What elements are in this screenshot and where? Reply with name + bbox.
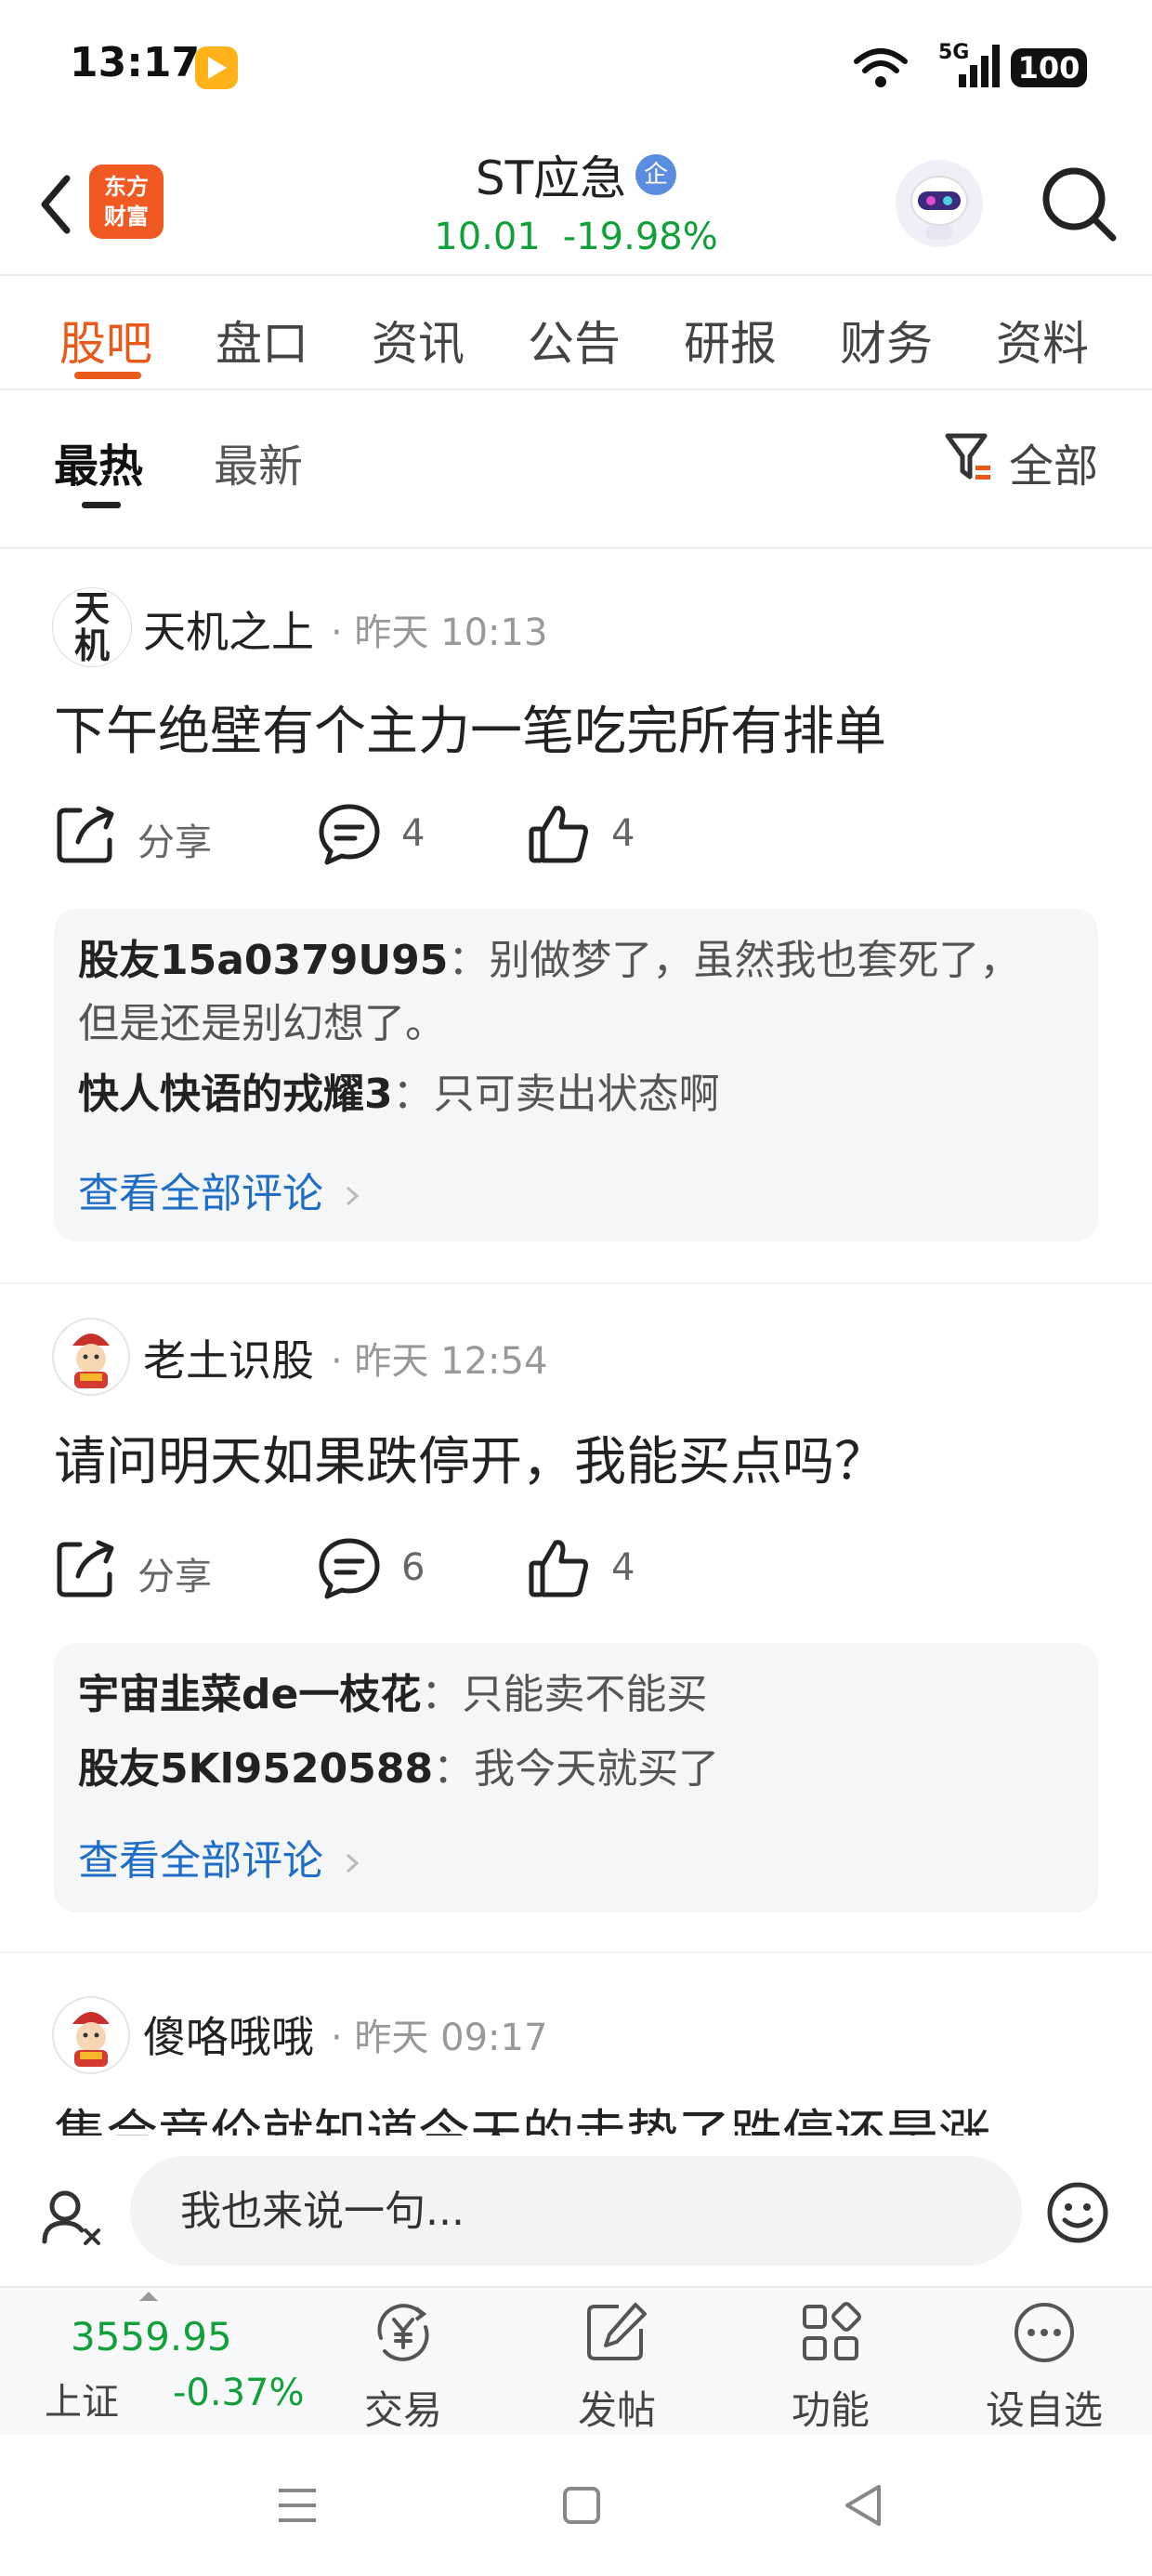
index-change[interactable]: -0.37% <box>173 2372 305 2414</box>
video-app-icon <box>195 46 238 89</box>
post-card[interactable]: 天机 天机之上 · 昨天 10:13 下午绝壁有个主力一笔吃完所有排单 分享 4… <box>0 550 1152 1282</box>
tab-research[interactable]: 研报 <box>684 307 777 374</box>
tab-news[interactable]: 资讯 <box>372 307 465 374</box>
comment-icon[interactable] <box>316 1535 383 1602</box>
share-label[interactable]: 分享 <box>137 1546 212 1600</box>
comment-text-continued: 但是还是别幻想了。 <box>78 1000 446 1047</box>
back-triangle-icon[interactable] <box>836 2477 892 2533</box>
comment-item[interactable]: 快人快语的戎耀3：只可卖出状态啊 <box>78 1063 1074 1126</box>
grid-apps-icon[interactable] <box>795 2297 866 2368</box>
comment-user[interactable]: 宇宙韭菜de一枝花 <box>78 1671 421 1718</box>
stock-price: 10.01 <box>434 216 541 258</box>
status-time: 13:17 <box>70 39 201 86</box>
avatar[interactable] <box>52 1318 130 1396</box>
voice-input-icon[interactable] <box>37 2182 104 2249</box>
like-count[interactable]: 4 <box>611 1546 635 1589</box>
comment-preview-box[interactable]: 宇宙韭菜de一枝花：只能卖不能买 股友5Kl9520588：我今天就买了 查看全… <box>54 1643 1098 1912</box>
post-time: · 昨天 10:13 <box>331 611 548 654</box>
header-divider <box>0 274 1152 276</box>
view-all-comments-label: 查看全部评论 <box>78 1837 323 1885</box>
like-count[interactable]: 4 <box>611 812 635 855</box>
filter-all-label[interactable]: 全部 <box>1009 429 1098 494</box>
enterprise-badge-icon: 企 <box>635 154 677 195</box>
avatar[interactable] <box>52 1996 130 2074</box>
avatar-text: 天机 <box>73 587 110 666</box>
stock-quote: 10.01 -19.98% <box>0 216 1152 258</box>
emoji-icon[interactable] <box>1044 2179 1111 2246</box>
toolbar-functions-label[interactable]: 功能 <box>738 2379 923 2436</box>
tabs-divider <box>0 388 1152 390</box>
comment-text: ：我今天就买了 <box>433 1745 720 1793</box>
menu-icon[interactable] <box>269 2477 325 2533</box>
stock-change-percent: -19.98% <box>562 216 718 258</box>
post-author[interactable]: 天机之上 <box>143 598 314 660</box>
stock-name: ST应急 <box>475 151 627 205</box>
toolbar-post-label[interactable]: 发帖 <box>524 2379 710 2436</box>
post-text[interactable]: 下午绝壁有个主力一笔吃完所有排单 <box>54 690 886 765</box>
chevron-right-icon <box>346 1853 360 1873</box>
comment-count[interactable]: 4 <box>401 812 425 855</box>
section-divider <box>0 546 1152 549</box>
post-time: · 昨天 09:17 <box>331 2017 548 2059</box>
comment-item[interactable]: 宇宙韭菜de一枝花：只能卖不能买 <box>78 1663 1074 1727</box>
comment-preview-box[interactable]: 股友15a0379U95：别做梦了，虽然我也套死了， 但是还是别幻想了。 快人快… <box>54 909 1098 1242</box>
edit-post-icon[interactable] <box>582 2297 652 2368</box>
comment-input[interactable] <box>130 2156 1022 2266</box>
index-value[interactable]: 3559.95 <box>71 2314 232 2359</box>
share-label[interactable]: 分享 <box>137 812 212 866</box>
tab-profile[interactable]: 资料 <box>996 307 1089 374</box>
post-author[interactable]: 老土识股 <box>143 1327 314 1388</box>
robot-avatar-icon[interactable] <box>896 160 983 247</box>
post-text[interactable]: 请问明天如果跌停开，我能买点吗？ <box>54 1420 886 1495</box>
subtab-latest[interactable]: 最新 <box>214 429 303 494</box>
like-icon[interactable] <box>526 801 593 868</box>
comment-icon[interactable] <box>316 801 383 868</box>
comment-count[interactable]: 6 <box>401 1546 425 1589</box>
post-card[interactable]: 老土识股 · 昨天 12:54 请问明天如果跌停开，我能买点吗？ 分享 6 4 … <box>0 1284 1152 1953</box>
post-text[interactable]: 集合竞价就知道今天的走势了跌停还是涨 <box>54 2093 990 2136</box>
signal-icon <box>959 45 1000 87</box>
home-square-icon[interactable] <box>554 2477 609 2533</box>
active-subtab-indicator <box>82 502 121 508</box>
tab-announcements[interactable]: 公告 <box>528 307 621 374</box>
subtab-hot[interactable]: 最热 <box>54 429 143 494</box>
tab-finance[interactable]: 财务 <box>840 307 933 374</box>
post-author[interactable]: 傻咯哦哦 <box>143 2004 314 2065</box>
comment-user[interactable]: 快人快语的戎耀3 <box>78 1071 393 1118</box>
comment-text: ：只能卖不能买 <box>421 1671 708 1718</box>
filter-icon[interactable] <box>944 430 994 486</box>
view-all-comments-link[interactable]: 查看全部评论 <box>78 1160 362 1219</box>
battery-icon: 100 <box>1011 48 1087 87</box>
tab-guba[interactable]: 股吧 <box>59 307 152 374</box>
comment-user[interactable]: 股友15a0379U95 <box>78 937 448 984</box>
avatar[interactable]: 天机 <box>52 587 132 667</box>
yuan-refresh-icon[interactable] <box>368 2297 439 2368</box>
search-icon[interactable] <box>1039 164 1119 243</box>
comment-item[interactable]: 股友5Kl9520588：我今天就买了 <box>78 1738 1074 1801</box>
index-name[interactable]: 上证 <box>45 2372 119 2425</box>
view-all-comments-label: 查看全部评论 <box>78 1170 323 1217</box>
tab-pankou[interactable]: 盘口 <box>216 307 308 374</box>
comment-user[interactable]: 股友5Kl9520588 <box>78 1745 433 1793</box>
comment-text: ：只可卖出状态啊 <box>392 1071 720 1118</box>
wifi-icon <box>854 48 908 87</box>
share-icon[interactable] <box>52 801 119 868</box>
toolbar-add-watchlist-label[interactable]: 设自选 <box>951 2379 1137 2436</box>
share-icon[interactable] <box>52 1535 119 1602</box>
view-all-comments-link[interactable]: 查看全部评论 <box>78 1827 362 1886</box>
active-tab-indicator <box>74 372 141 379</box>
more-dots-icon[interactable] <box>1009 2297 1080 2368</box>
chevron-right-icon <box>346 1186 360 1206</box>
toolbar-trade-label[interactable]: 交易 <box>310 2379 496 2436</box>
comment-item[interactable]: 股友15a0379U95：别做梦了，虽然我也套死了， 但是还是别幻想了。 <box>78 929 1074 1056</box>
post-time: · 昨天 12:54 <box>331 1340 548 1383</box>
comment-text: ：别做梦了，虽然我也套死了， <box>448 937 1021 984</box>
post-card[interactable]: 傻咯哦哦 · 昨天 09:17 集合竞价就知道今天的走势了跌停还是涨 <box>0 1953 1152 2136</box>
caret-up-icon <box>139 2292 158 2301</box>
like-icon[interactable] <box>526 1535 593 1602</box>
